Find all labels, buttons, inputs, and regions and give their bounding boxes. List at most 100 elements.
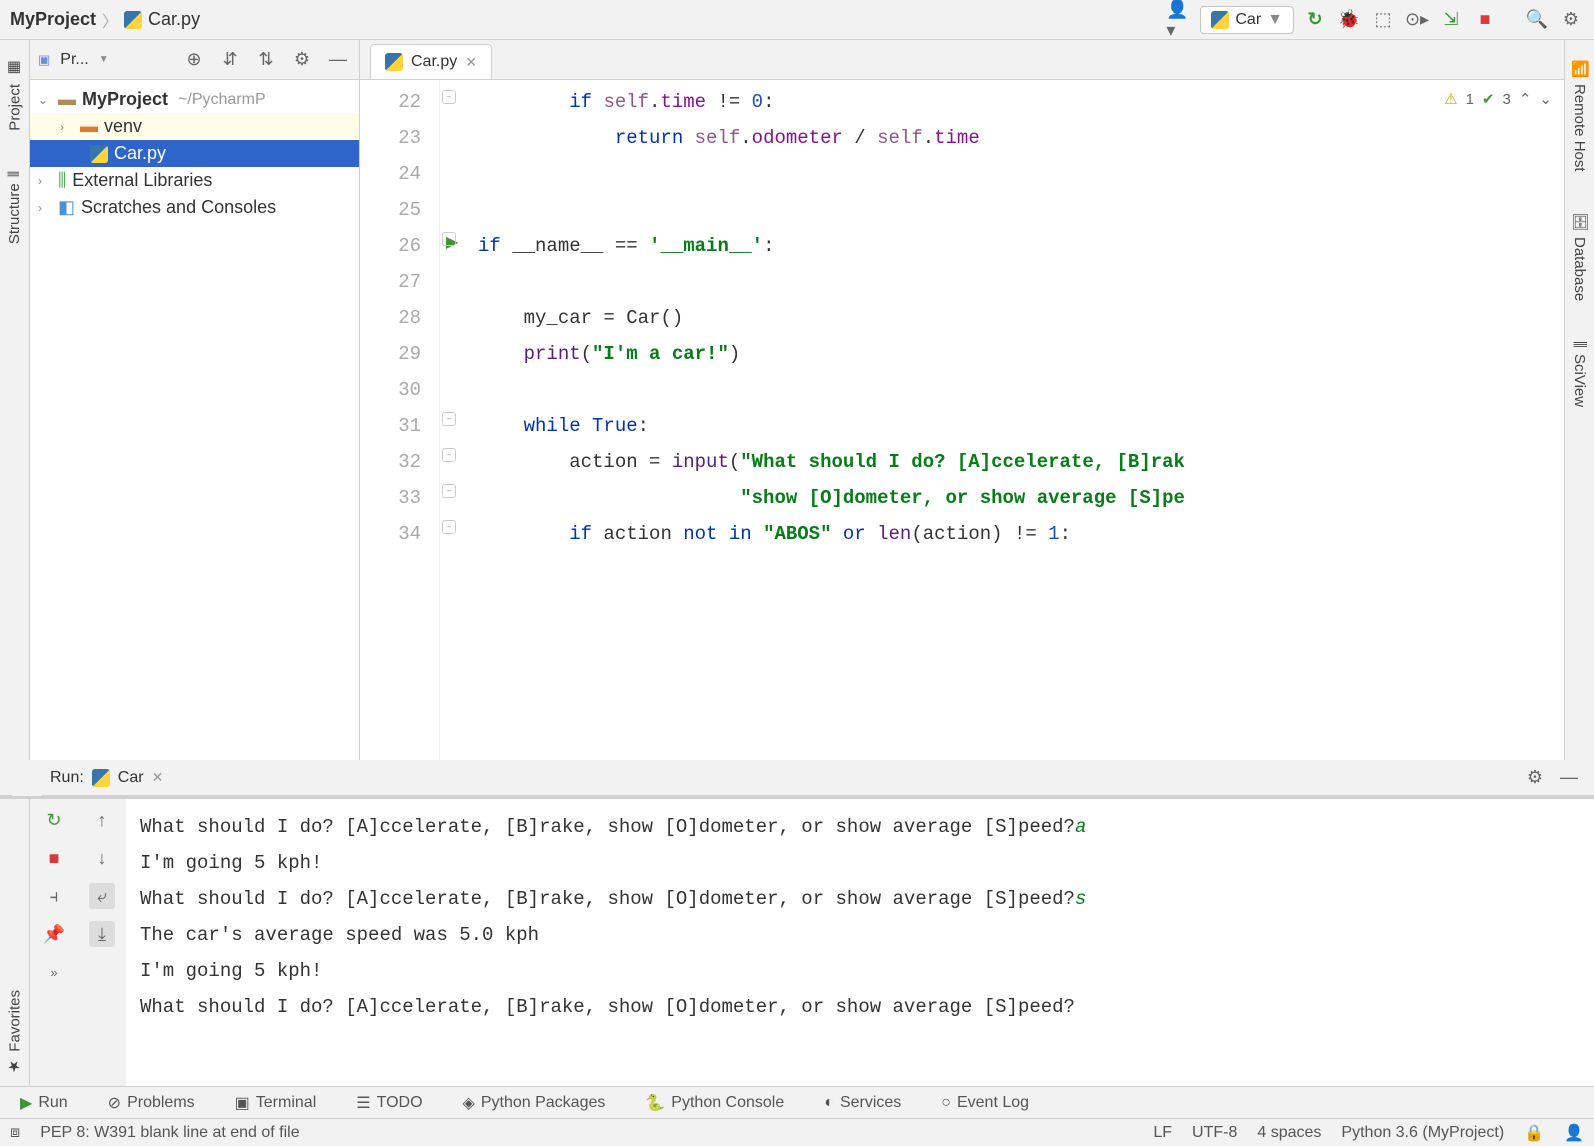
- tree-venv-label: venv: [104, 116, 142, 137]
- chevron-right-icon: 〉: [102, 8, 118, 32]
- profile-button[interactable]: ⊙▸: [1404, 7, 1430, 33]
- run-button[interactable]: ↻: [1302, 7, 1328, 33]
- tree-venv[interactable]: › ▬ venv: [30, 113, 359, 140]
- editor-inspection-indicators[interactable]: ⚠ 1 ✔ 3 ⌃ ⌄: [1444, 90, 1552, 108]
- search-icon[interactable]: 🔍: [1524, 7, 1550, 33]
- chevron-right-icon: ›: [38, 201, 52, 215]
- fold-marker-icon[interactable]: –: [442, 232, 456, 246]
- more-icon[interactable]: »: [41, 959, 67, 985]
- scroll-end-icon[interactable]: ⤓: [89, 921, 115, 947]
- rerun-icon[interactable]: ↻: [41, 807, 67, 833]
- fold-marker-icon[interactable]: –: [442, 484, 456, 498]
- warning-count: 1: [1466, 91, 1474, 108]
- minimize-icon[interactable]: —: [1556, 765, 1582, 791]
- fold-marker-icon[interactable]: –: [442, 412, 456, 426]
- services-tool-button[interactable]: ◐Services: [824, 1094, 901, 1112]
- lock-icon[interactable]: 🔒: [1524, 1123, 1544, 1143]
- bottom-tool-bar: ▶Run ⊘Problems ▣Terminal ☰TODO ◈Python P…: [0, 1086, 1594, 1118]
- code-content[interactable]: if self.time != 0: return self.odometer …: [470, 80, 1564, 760]
- debug-button[interactable]: 🐞: [1336, 7, 1362, 33]
- gear-icon[interactable]: ⚙: [1522, 765, 1548, 791]
- run-configuration-selector[interactable]: Car ▼: [1200, 6, 1294, 34]
- warning-icon: ⚠: [1444, 90, 1457, 108]
- run-toolbar-secondary: ↑ ↓ ⤶ ⤓: [78, 799, 126, 1086]
- expand-all-icon[interactable]: ⇵: [217, 47, 243, 73]
- line-separator[interactable]: LF: [1153, 1124, 1172, 1142]
- chevron-down-icon: ⌄: [38, 93, 52, 107]
- run-panel-header: Run: Car ✕ ⚙ —: [0, 760, 1594, 796]
- chevron-right-icon: ›: [60, 120, 74, 134]
- run-panel-body: ★ Favorites ↻ ■ ⫞ 📌 » ↑ ↓ ⤶ ⤓ What shoul…: [0, 796, 1594, 1086]
- gear-icon[interactable]: ⚙: [289, 47, 315, 73]
- run-tool-window: Run: Car ✕ ⚙ — ★ Favorites ↻ ■ ⫞ 📌 » ↑ ↓…: [0, 760, 1594, 1086]
- run-tab-name[interactable]: Car: [118, 769, 144, 787]
- minimize-icon[interactable]: —: [325, 47, 351, 73]
- interpreter[interactable]: Python 3.6 (MyProject): [1341, 1124, 1504, 1142]
- database-tab[interactable]: 🗄 Database: [1571, 212, 1589, 301]
- project-panel: ▣ Pr... ▼ ⊕ ⇵ ⇅ ⚙ — ⌄ ▬ MyProject ~/Pych…: [30, 40, 360, 760]
- breadcrumb-project[interactable]: MyProject: [10, 9, 96, 30]
- fold-marker-icon[interactable]: –: [442, 520, 456, 534]
- structure-tool-tab[interactable]: Structure ⫴: [6, 171, 23, 244]
- editor-body[interactable]: 22232425262728293031323334 ▶ – – – – – –…: [360, 80, 1564, 760]
- stop-button[interactable]: ■: [1472, 7, 1498, 33]
- breadcrumb-file[interactable]: Car.py: [148, 9, 200, 30]
- fold-gutter[interactable]: ▶ – – – – – –: [440, 80, 470, 760]
- pin-icon[interactable]: 📌: [41, 921, 67, 947]
- inspect-icon[interactable]: 👤: [1564, 1123, 1584, 1143]
- fold-marker-icon[interactable]: –: [442, 90, 456, 104]
- collapse-all-icon[interactable]: ⇅: [253, 47, 279, 73]
- run-panel-title: Run:: [50, 769, 84, 787]
- user-icon[interactable]: 👤▾: [1166, 7, 1192, 33]
- editor-tab-label: Car.py: [411, 53, 457, 71]
- settings-icon[interactable]: ⚙: [1558, 7, 1584, 33]
- sciview-tab[interactable]: ⫼ SciView: [1571, 341, 1588, 407]
- python-file-icon: [92, 769, 110, 787]
- close-icon[interactable]: ✕: [465, 54, 477, 71]
- favorites-tab[interactable]: ★ Favorites: [6, 990, 24, 1076]
- attach-button[interactable]: ⇲: [1438, 7, 1464, 33]
- tree-external-libs[interactable]: › ⫼ External Libraries: [30, 167, 359, 194]
- eventlog-tool-button[interactable]: ○Event Log: [941, 1094, 1029, 1112]
- editor-tab-car[interactable]: Car.py ✕: [370, 44, 492, 79]
- status-message: PEP 8: W391 blank line at end of file: [40, 1124, 299, 1142]
- stop-icon[interactable]: ■: [41, 845, 67, 871]
- main-area: Project ▦ Structure ⫴ ▣ Pr... ▼ ⊕ ⇵ ⇅ ⚙ …: [0, 40, 1594, 760]
- breadcrumb: MyProject 〉 Car.py: [10, 8, 200, 32]
- project-panel-title[interactable]: Pr...: [60, 51, 88, 69]
- locate-icon[interactable]: ⊕: [181, 47, 207, 73]
- tool-window-toggle-icon[interactable]: ⧈: [10, 1124, 20, 1142]
- console-output[interactable]: What should I do? [A]ccelerate, [B]rake,…: [126, 799, 1594, 1086]
- check-icon: ✔: [1482, 90, 1495, 108]
- python-file-icon: [90, 145, 108, 163]
- close-icon[interactable]: ✕: [152, 769, 164, 786]
- layout-icon[interactable]: ⫞: [41, 883, 67, 909]
- library-icon: ⫼: [58, 170, 66, 191]
- tree-scratches-label: Scratches and Consoles: [81, 197, 276, 218]
- project-view-icon: ▣: [38, 52, 50, 68]
- coverage-button[interactable]: ⬚: [1370, 7, 1396, 33]
- tree-file-label: Car.py: [114, 143, 166, 164]
- chevron-down-icon[interactable]: ▼: [99, 54, 109, 65]
- chevron-down-icon: ▼: [1267, 11, 1283, 29]
- chevron-down-icon[interactable]: ⌄: [1539, 90, 1552, 108]
- soft-wrap-icon[interactable]: ⤶: [89, 883, 115, 909]
- down-icon[interactable]: ↓: [89, 845, 115, 871]
- indent[interactable]: 4 spaces: [1257, 1124, 1321, 1142]
- fold-marker-icon[interactable]: –: [442, 448, 456, 462]
- tree-root[interactable]: ⌄ ▬ MyProject ~/PycharmP: [30, 86, 359, 113]
- up-icon[interactable]: ↑: [89, 807, 115, 833]
- encoding[interactable]: UTF-8: [1192, 1124, 1237, 1142]
- left-favorites-gutter: ★ Favorites: [0, 799, 30, 1086]
- chevron-up-icon[interactable]: ⌃: [1519, 90, 1532, 108]
- status-bar: ⧈ PEP 8: W391 blank line at end of file …: [0, 1118, 1594, 1146]
- tree-file-car[interactable]: Car.py: [30, 140, 359, 167]
- remote-host-tab[interactable]: 📶 Remote Host: [1571, 60, 1589, 172]
- folder-icon: ▬: [80, 116, 98, 137]
- line-number-gutter[interactable]: 22232425262728293031323334: [360, 80, 440, 760]
- left-tool-gutter: Project ▦ Structure ⫴: [0, 40, 30, 760]
- check-count: 3: [1503, 91, 1511, 108]
- top-navigation-bar: MyProject 〉 Car.py 👤▾ Car ▼ ↻ 🐞 ⬚ ⊙▸ ⇲ ■…: [0, 0, 1594, 40]
- project-tool-tab[interactable]: Project ▦: [6, 60, 24, 131]
- tree-scratches[interactable]: › ◧ Scratches and Consoles: [30, 194, 359, 221]
